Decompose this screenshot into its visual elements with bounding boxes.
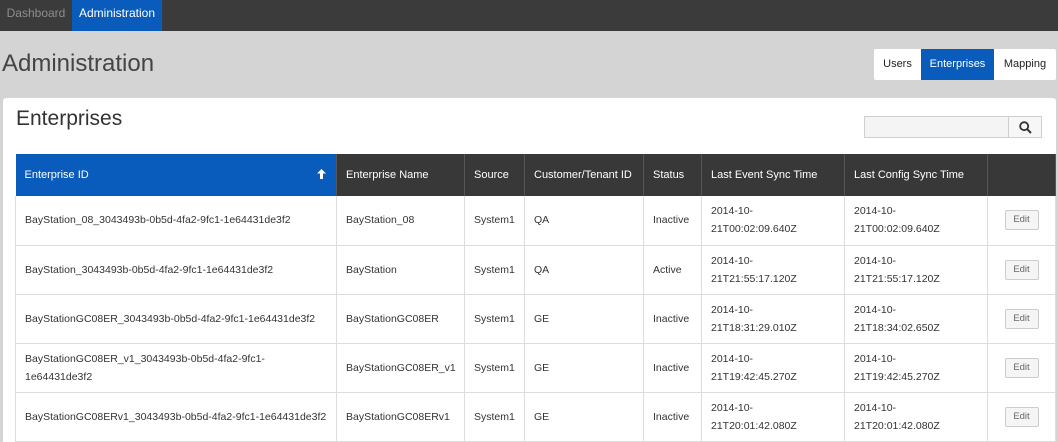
enterprise-id-cell: BayStation_08_3043493b-0b5d-4fa2-9fc1-1e… [15, 196, 337, 246]
table-row: BayStationGC08ER_v1_3043493b-0b5d-4fa2-9… [15, 343, 1056, 393]
event-sync-cell: 2014-10-21T19:42:45.270Z [701, 343, 845, 393]
panel-title: Enterprises [16, 107, 123, 130]
source-cell: System1 [464, 196, 525, 246]
edit-button[interactable]: Edit [1004, 357, 1039, 378]
column-header-enterprise-id[interactable]: Enterprise ID [15, 154, 337, 196]
page-title: Administration [2, 50, 155, 77]
sort-ascending-icon [317, 169, 326, 179]
status-cell: Inactive [643, 392, 702, 442]
event-sync-cell: 2014-10-21T21:55:17.120Z [701, 245, 845, 295]
table-row: BayStationGC08ER_3043493b-0b5d-4fa2-9fc1… [15, 294, 1056, 344]
column-header-enterprise-name[interactable]: Enterprise Name [336, 154, 465, 196]
enterprises-view-button[interactable]: Enterprises [921, 49, 994, 80]
mapping-view-button[interactable]: Mapping [994, 49, 1056, 80]
users-view-button[interactable]: Users [874, 49, 921, 80]
source-cell: System1 [464, 294, 525, 344]
column-header-customer-tenant-id[interactable]: Customer/Tenant ID [524, 154, 644, 196]
column-header-last-event-sync-time[interactable]: Last Event Sync Time [701, 154, 845, 196]
search-button[interactable] [1008, 116, 1042, 138]
edit-button[interactable]: Edit [1004, 259, 1039, 280]
tab-dashboard[interactable]: Dashboard [0, 0, 72, 31]
actions-cell: Edit [987, 294, 1056, 344]
source-cell: System1 [464, 343, 525, 393]
enterprise-name-cell: BayStationGC08ER_v1 [336, 343, 465, 393]
enterprise-id-cell: BayStationGC08ERv1_3043493b-0b5d-4fa2-9f… [15, 392, 337, 442]
enterprise-name-cell: BayStation_08 [336, 196, 465, 246]
table-row: BayStation_08_3043493b-0b5d-4fa2-9fc1-1e… [15, 196, 1056, 246]
tenant-id-cell: QA [524, 245, 644, 295]
column-header-status[interactable]: Status [643, 154, 702, 196]
enterprises-panel: Enterprises Enterprise ID Enterprise Nam… [3, 98, 1056, 442]
enterprise-id-cell: BayStationGC08ER_3043493b-0b5d-4fa2-9fc1… [15, 294, 337, 344]
edit-button[interactable]: Edit [1004, 210, 1039, 231]
table-row: BayStation_3043493b-0b5d-4fa2-9fc1-1e644… [15, 245, 1056, 295]
column-header-source[interactable]: Source [464, 154, 525, 196]
config-sync-cell: 2014-10-21T19:42:45.270Z [844, 343, 988, 393]
search-icon [1019, 121, 1032, 134]
config-sync-cell: 2014-10-21T18:34:02.650Z [844, 294, 988, 344]
status-cell: Inactive [643, 294, 702, 344]
enterprise-name-cell: BayStation [336, 245, 465, 295]
column-header-actions [987, 154, 1056, 196]
tenant-id-cell: GE [524, 294, 644, 344]
table-row: BayStationGC08ERv1_3043493b-0b5d-4fa2-9f… [15, 392, 1056, 442]
tab-administration[interactable]: Administration [72, 0, 162, 31]
event-sync-cell: 2014-10-21T18:31:29.010Z [701, 294, 845, 344]
source-cell: System1 [464, 245, 525, 295]
config-sync-cell: 2014-10-21T21:55:17.120Z [844, 245, 988, 295]
column-header-last-config-sync-time[interactable]: Last Config Sync Time [844, 154, 988, 196]
enterprise-name-cell: BayStationGC08ERv1 [336, 392, 465, 442]
top-nav: Dashboard Administration [0, 0, 1058, 31]
status-cell: Inactive [643, 343, 702, 393]
event-sync-cell: 2014-10-21T00:02:09.640Z [701, 196, 845, 246]
column-header-label: Enterprise ID [24, 168, 89, 181]
actions-cell: Edit [987, 245, 1056, 295]
event-sync-cell: 2014-10-21T20:01:42.080Z [701, 392, 845, 442]
config-sync-cell: 2014-10-21T20:01:42.080Z [844, 392, 988, 442]
actions-cell: Edit [987, 343, 1056, 393]
config-sync-cell: 2014-10-21T00:02:09.640Z [844, 196, 988, 246]
enterprise-name-cell: BayStationGC08ER [336, 294, 465, 344]
actions-cell: Edit [987, 196, 1056, 246]
enterprises-table: Enterprise ID Enterprise Name Source Cus… [15, 154, 1056, 442]
tenant-id-cell: GE [524, 343, 644, 393]
enterprise-id-cell: BayStationGC08ER_v1_3043493b-0b5d-4fa2-9… [15, 343, 337, 393]
search-input[interactable] [864, 116, 1008, 138]
tenant-id-cell: GE [524, 392, 644, 442]
edit-button[interactable]: Edit [1004, 406, 1039, 427]
source-cell: System1 [464, 392, 525, 442]
tenant-id-cell: QA [524, 196, 644, 246]
status-cell: Active [643, 245, 702, 295]
enterprise-id-cell: BayStation_3043493b-0b5d-4fa2-9fc1-1e644… [15, 245, 337, 295]
edit-button[interactable]: Edit [1004, 308, 1039, 329]
actions-cell: Edit [987, 392, 1056, 442]
table-header-row: Enterprise ID Enterprise Name Source Cus… [15, 154, 1056, 196]
status-cell: Inactive [643, 196, 702, 246]
